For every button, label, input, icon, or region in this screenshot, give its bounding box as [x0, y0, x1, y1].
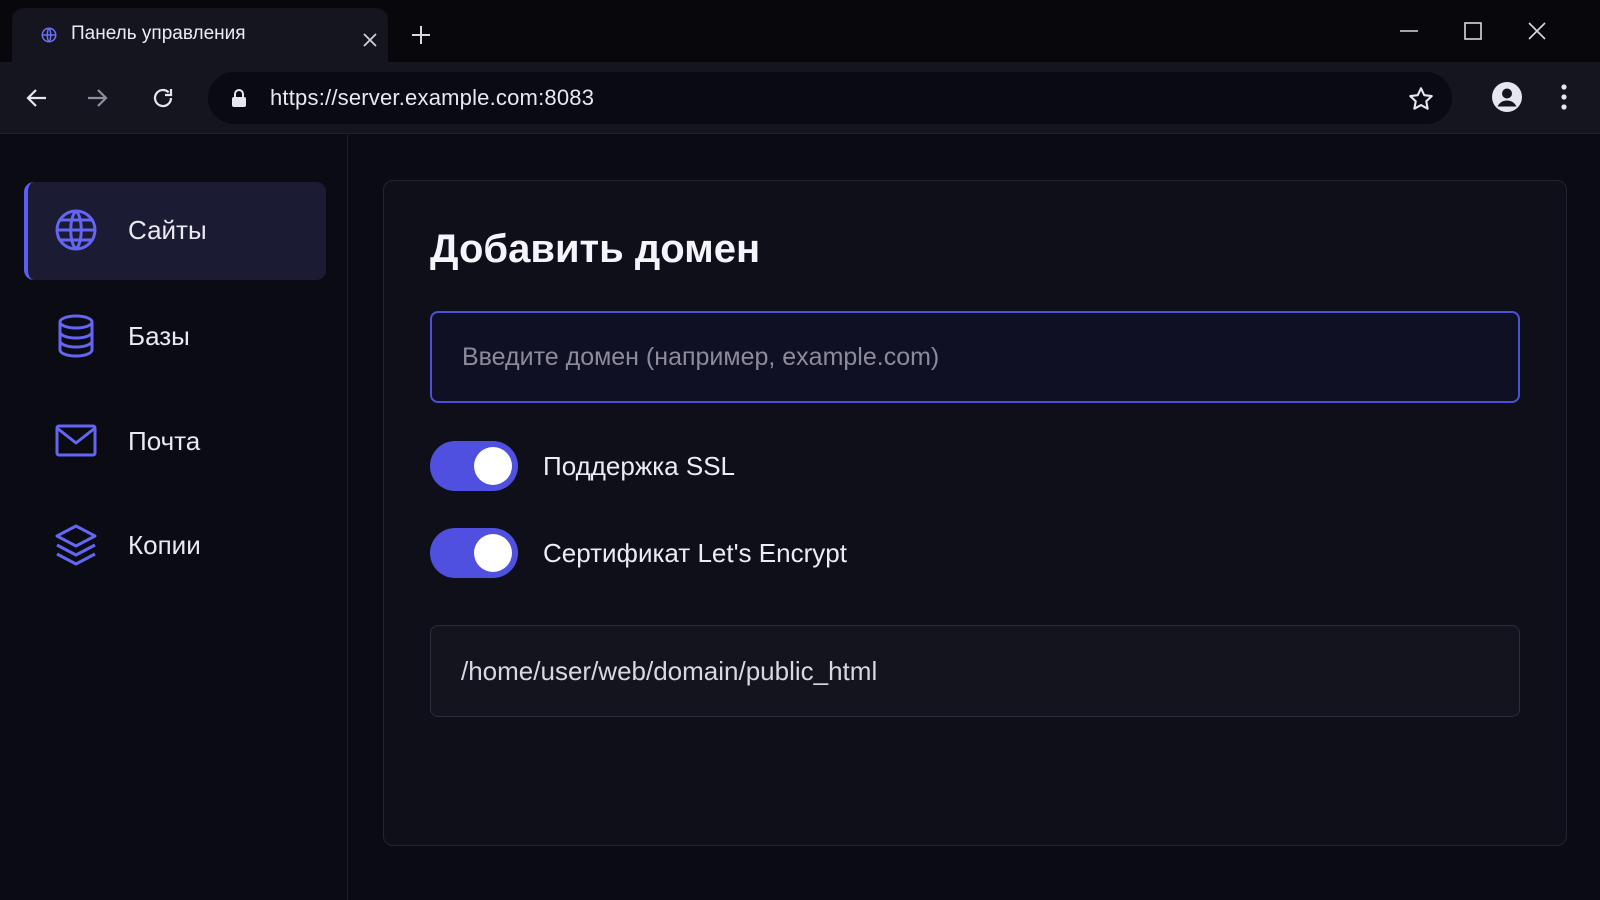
tab-title: Панель управления: [71, 23, 246, 44]
bookmark-star-icon[interactable]: [1407, 85, 1435, 113]
document-root-input[interactable]: [430, 625, 1520, 717]
sidebar-item-databases[interactable]: Базы: [24, 288, 326, 386]
letsencrypt-label: Сертификат Let's Encrypt: [543, 538, 847, 568]
url-text: https://server.example.com:8083: [270, 85, 595, 110]
close-window-icon[interactable]: [1526, 20, 1548, 42]
maximize-icon[interactable]: [1462, 20, 1484, 42]
ssl-toggle-row[interactable]: Поддержка SSL: [430, 441, 850, 491]
lock-icon: [232, 89, 246, 107]
ssl-toggle[interactable]: [430, 441, 518, 491]
browser-tabbar: Панель управления: [0, 0, 1600, 62]
browser-menu-icon[interactable]: [1554, 82, 1574, 112]
sidebar-item-backups[interactable]: Копии: [24, 497, 326, 595]
browser-tab[interactable]: Панель управления: [12, 8, 388, 62]
close-tab-icon[interactable]: [362, 32, 378, 48]
ssl-label: Поддержка SSL: [543, 451, 736, 481]
sidebar-item-mail[interactable]: Почта: [24, 393, 326, 491]
profile-avatar-icon[interactable]: [1491, 81, 1523, 113]
address-bar[interactable]: https://server.example.com:8083: [208, 72, 1452, 124]
toggle-knob: [474, 447, 512, 485]
sidebar-item-sites[interactable]: Сайты: [24, 182, 326, 280]
forward-arrow-icon[interactable]: [84, 85, 110, 111]
sidebar-item-label: Копии: [128, 530, 201, 560]
database-icon: [58, 314, 94, 358]
page-title: Добавить домен: [430, 227, 761, 271]
layers-icon: [55, 524, 97, 566]
letsencrypt-toggle[interactable]: [430, 528, 518, 578]
globe-favicon-icon: [41, 27, 57, 43]
globe-icon: [55, 209, 97, 251]
sidebar-item-label: Базы: [128, 321, 190, 351]
toggle-knob: [474, 534, 512, 572]
back-arrow-icon[interactable]: [24, 85, 50, 111]
new-tab-plus-icon[interactable]: [410, 24, 432, 46]
reload-icon[interactable]: [150, 85, 176, 111]
mail-icon: [55, 424, 97, 457]
sidebar: Сайты Базы Почта Копии: [0, 135, 348, 900]
letsencrypt-toggle-row[interactable]: Сертификат Let's Encrypt: [430, 528, 950, 578]
minimize-icon[interactable]: [1398, 20, 1420, 42]
add-domain-card: Добавить домен Поддержка SSL Сертификат …: [383, 180, 1567, 846]
sidebar-item-label: Почта: [128, 426, 201, 456]
sidebar-item-label: Сайты: [128, 215, 207, 245]
domain-input[interactable]: [430, 311, 1520, 403]
browser-toolbar: https://server.example.com:8083: [0, 62, 1600, 134]
